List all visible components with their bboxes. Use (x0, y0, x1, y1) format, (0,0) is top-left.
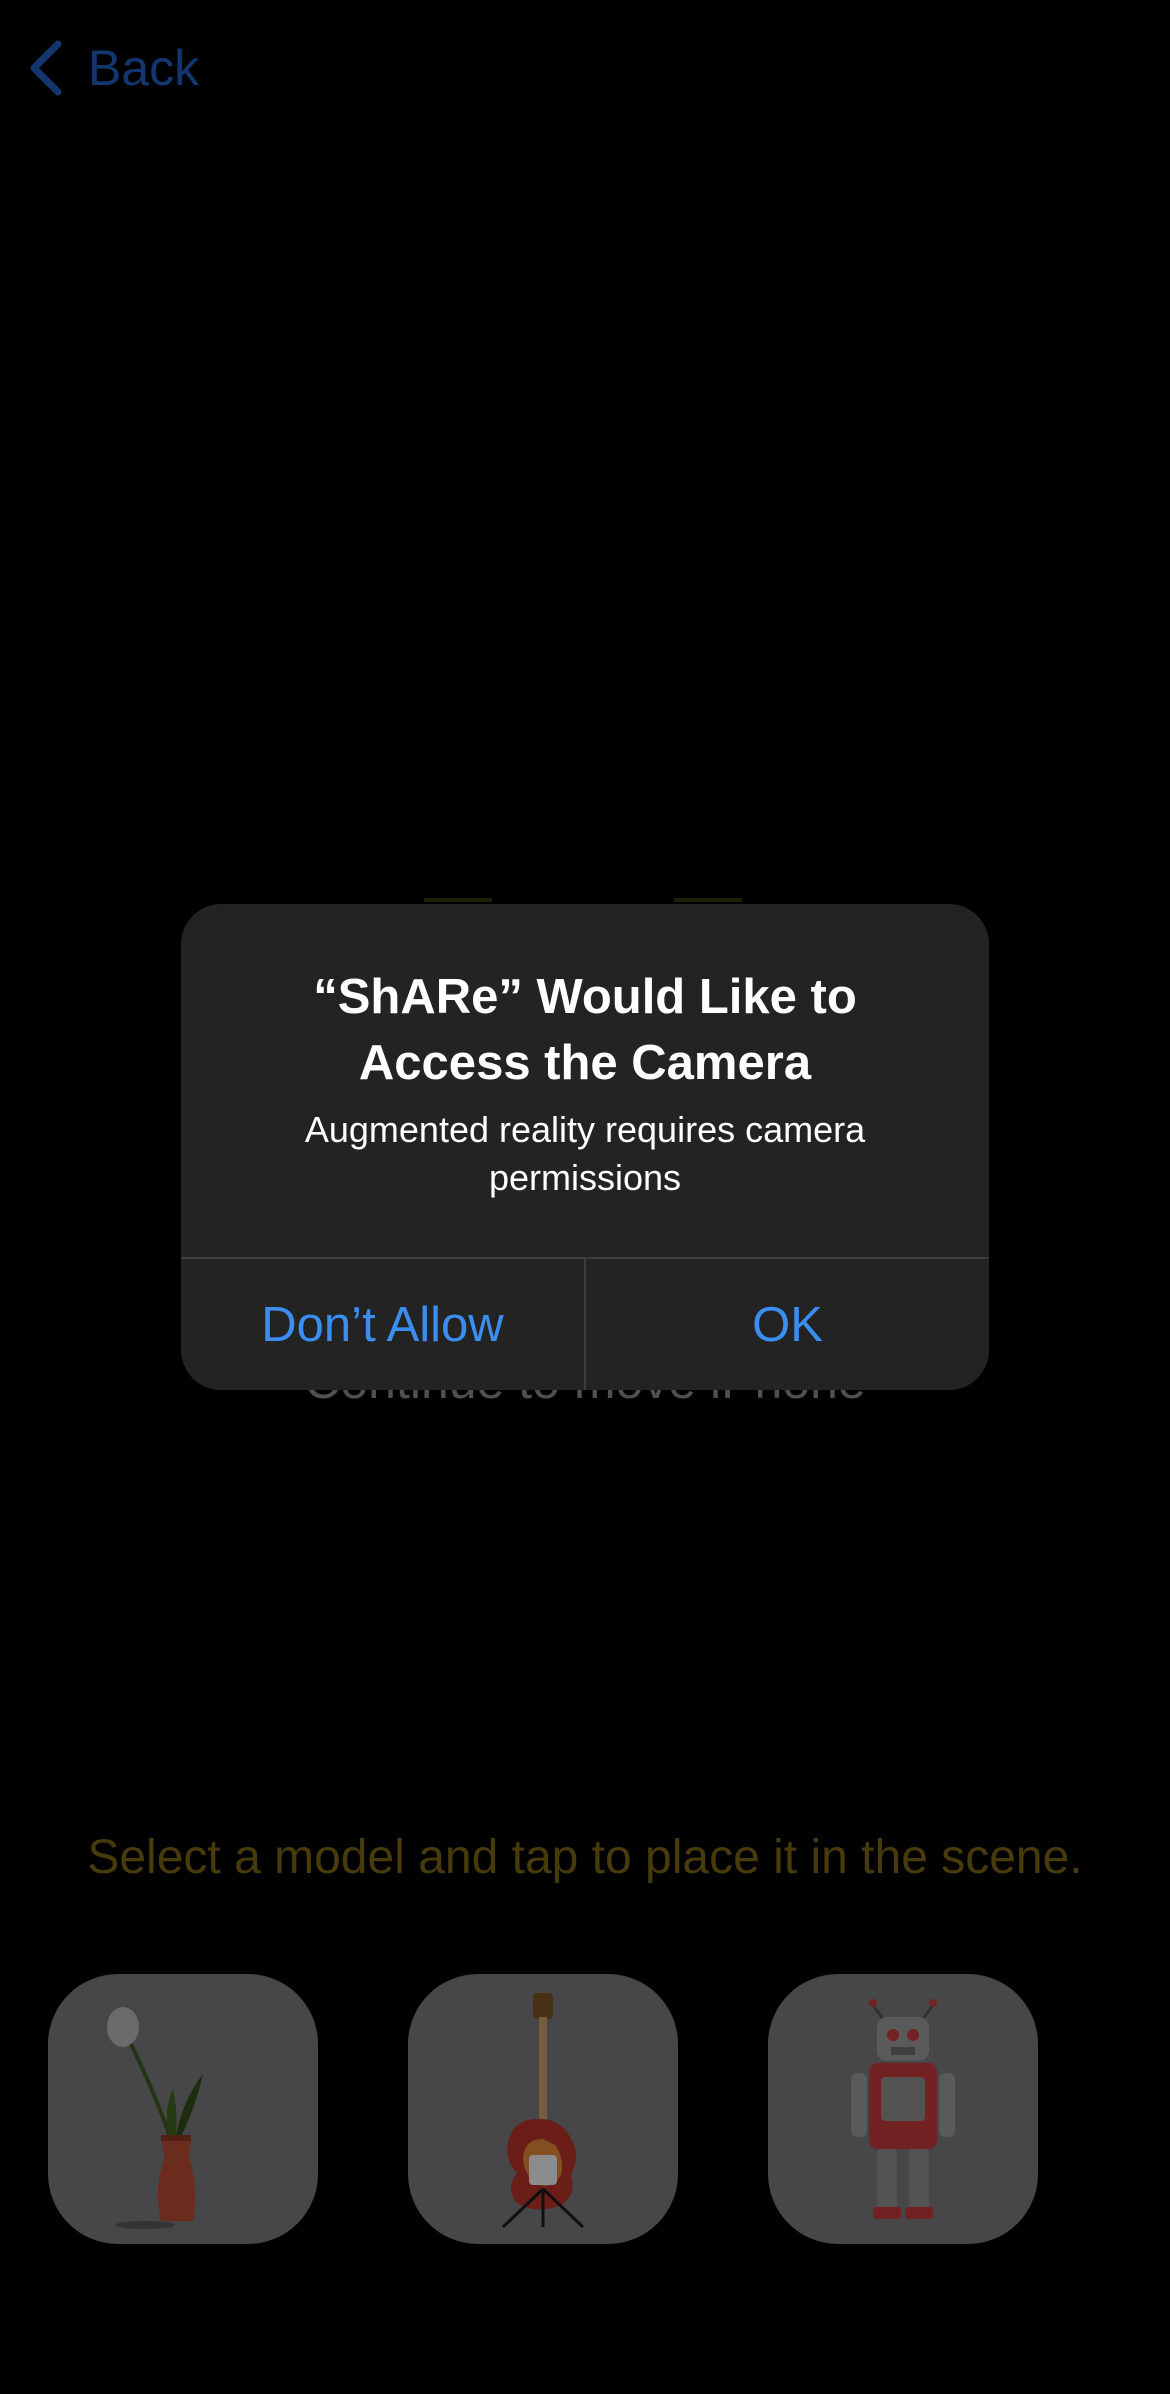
alert-content: “ShARe” Would Like to Access the Camera … (181, 904, 989, 1259)
dont-allow-button[interactable]: Don’t Allow (181, 1259, 584, 1390)
alert-title: “ShARe” Would Like to Access the Camera (313, 970, 857, 1090)
camera-permission-alert: “ShARe” Would Like to Access the Camera … (181, 904, 989, 1390)
alert-message: Augmented reality requires camera permis… (304, 1109, 866, 1198)
alert-actions: Don’t Allow OK (181, 1257, 989, 1390)
ok-button[interactable]: OK (586, 1259, 989, 1390)
